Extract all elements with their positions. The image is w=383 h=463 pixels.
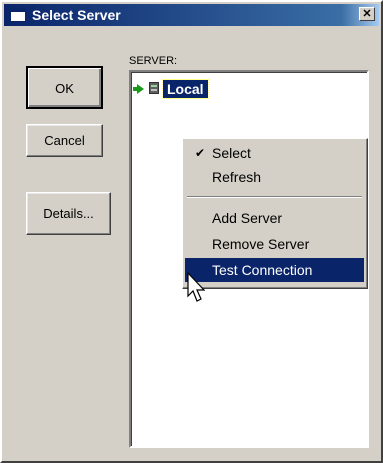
window-title: Select Server <box>32 7 121 23</box>
menu-item-select[interactable]: ✔ Select <box>185 141 364 165</box>
menu-item-remove-server[interactable]: Remove Server <box>185 232 364 256</box>
menu-item-label: Select <box>212 145 251 161</box>
close-button[interactable]: ✕ <box>359 7 375 21</box>
menu-item-label: Test Connection <box>212 262 313 278</box>
mouse-pointer-icon <box>187 272 206 302</box>
select-server-dialog: Select Server ✕ OK Cancel Details... SER… <box>0 0 383 463</box>
menu-item-label: Remove Server <box>212 236 310 252</box>
menu-item-refresh[interactable]: Refresh <box>185 165 364 189</box>
cancel-button[interactable]: Cancel <box>26 124 103 157</box>
context-menu: ✔ Select Refresh Add Server Remove Serve… <box>182 138 368 289</box>
menu-item-test-connection[interactable]: Test Connection <box>185 258 364 282</box>
server-icon <box>149 82 159 94</box>
checkmark-icon: ✔ <box>195 146 206 160</box>
menu-item-label: Refresh <box>212 169 262 185</box>
menu-item-add-server[interactable]: Add Server <box>185 206 364 230</box>
ok-button[interactable]: OK <box>26 66 103 109</box>
green-arrow-icon <box>133 84 144 94</box>
server-item-label: Local <box>162 79 209 99</box>
title-bar[interactable]: Select Server ✕ <box>4 4 379 26</box>
menu-item-label: Add Server <box>212 210 283 226</box>
server-label: SERVER: <box>129 55 178 67</box>
window-icon <box>10 8 26 22</box>
details-button[interactable]: Details... <box>26 192 111 235</box>
menu-separator <box>187 196 362 198</box>
